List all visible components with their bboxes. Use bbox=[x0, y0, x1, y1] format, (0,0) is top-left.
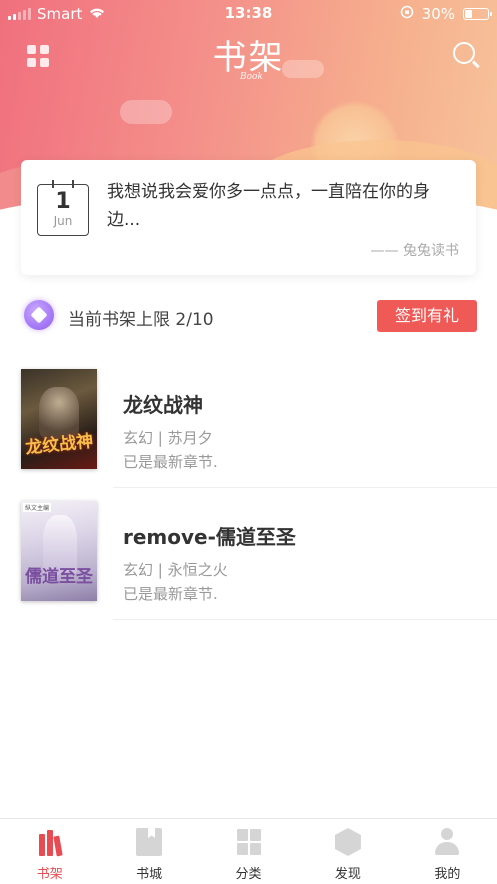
book-cover[interactable]: 龙纹战神 bbox=[21, 369, 97, 469]
tab-label: 发现 bbox=[334, 867, 361, 882]
discover-icon bbox=[334, 828, 361, 856]
daily-quote-card[interactable]: 1 Jun 我想说我会爱你多一点点，一直陪在你的身边... —— 兔兔读书 bbox=[21, 160, 476, 275]
book-cover[interactable]: 纵文主编 儒道至圣 bbox=[21, 501, 97, 601]
cover-title: 儒道至圣 bbox=[25, 567, 93, 587]
calendar-month: Jun bbox=[53, 214, 73, 228]
tab-category[interactable]: 分类 bbox=[199, 819, 298, 884]
diamond-icon bbox=[24, 300, 54, 330]
page-title: 书架 Book bbox=[212, 38, 285, 82]
book-meta: 玄幻 | 苏月夕 bbox=[123, 429, 213, 447]
quote-source: —— 兔兔读书 bbox=[370, 243, 459, 259]
book-meta: 玄幻 | 永恒之火 bbox=[123, 561, 228, 579]
tab-label: 书架 bbox=[36, 867, 63, 882]
quote-text: 我想说我会爱你多一点点，一直陪在你的身边... bbox=[107, 182, 430, 230]
shelf-limit-row: 当前书架上限 2/10 签到有礼 bbox=[24, 298, 477, 334]
book-item[interactable]: 纵文主编 儒道至圣 remove-儒道至圣 玄幻 | 永恒之火 已是最新章节. bbox=[21, 501, 497, 621]
calendar-day: 1 bbox=[55, 189, 71, 214]
profile-icon bbox=[434, 828, 460, 856]
status-bar: Smart 13:38 30% bbox=[0, 0, 497, 28]
bookshelf-icon bbox=[37, 828, 63, 857]
cover-title: 龙纹战神 bbox=[24, 431, 95, 459]
tab-bookstore[interactable]: 书城 bbox=[99, 819, 198, 884]
shelf-limit-text: 当前书架上限 2/10 bbox=[68, 310, 214, 330]
battery-percent: 30% bbox=[421, 5, 455, 23]
tab-bookshelf[interactable]: 书架 bbox=[0, 819, 99, 884]
divider bbox=[113, 487, 497, 488]
orientation-lock-icon bbox=[400, 5, 414, 23]
book-title: remove-儒道至圣 bbox=[123, 525, 296, 549]
book-update-status: 已是最新章节. bbox=[123, 585, 218, 603]
category-icon bbox=[236, 828, 262, 856]
signin-reward-button[interactable]: 签到有礼 bbox=[377, 300, 477, 332]
book-item[interactable]: 龙纹战神 龙纹战神 玄幻 | 苏月夕 已是最新章节. bbox=[21, 369, 497, 489]
book-title: 龙纹战神 bbox=[123, 393, 203, 417]
tab-label: 分类 bbox=[235, 867, 262, 882]
bottom-tab-bar: 书架 书城 分类 发现 我的 bbox=[0, 818, 497, 884]
bookstore-icon bbox=[136, 828, 163, 856]
tab-discover[interactable]: 发现 bbox=[298, 819, 397, 884]
tab-label: 我的 bbox=[434, 867, 461, 882]
battery-icon bbox=[463, 8, 492, 20]
cloud-decoration bbox=[120, 100, 172, 124]
cover-tag: 纵文主编 bbox=[23, 503, 52, 512]
search-icon[interactable] bbox=[453, 42, 475, 64]
tab-label: 书城 bbox=[136, 867, 163, 882]
book-update-status: 已是最新章节. bbox=[123, 453, 218, 471]
divider bbox=[113, 619, 497, 620]
page-subtitle: Book bbox=[240, 72, 263, 82]
calendar-icon: 1 Jun bbox=[37, 180, 89, 236]
tab-profile[interactable]: 我的 bbox=[398, 819, 497, 884]
